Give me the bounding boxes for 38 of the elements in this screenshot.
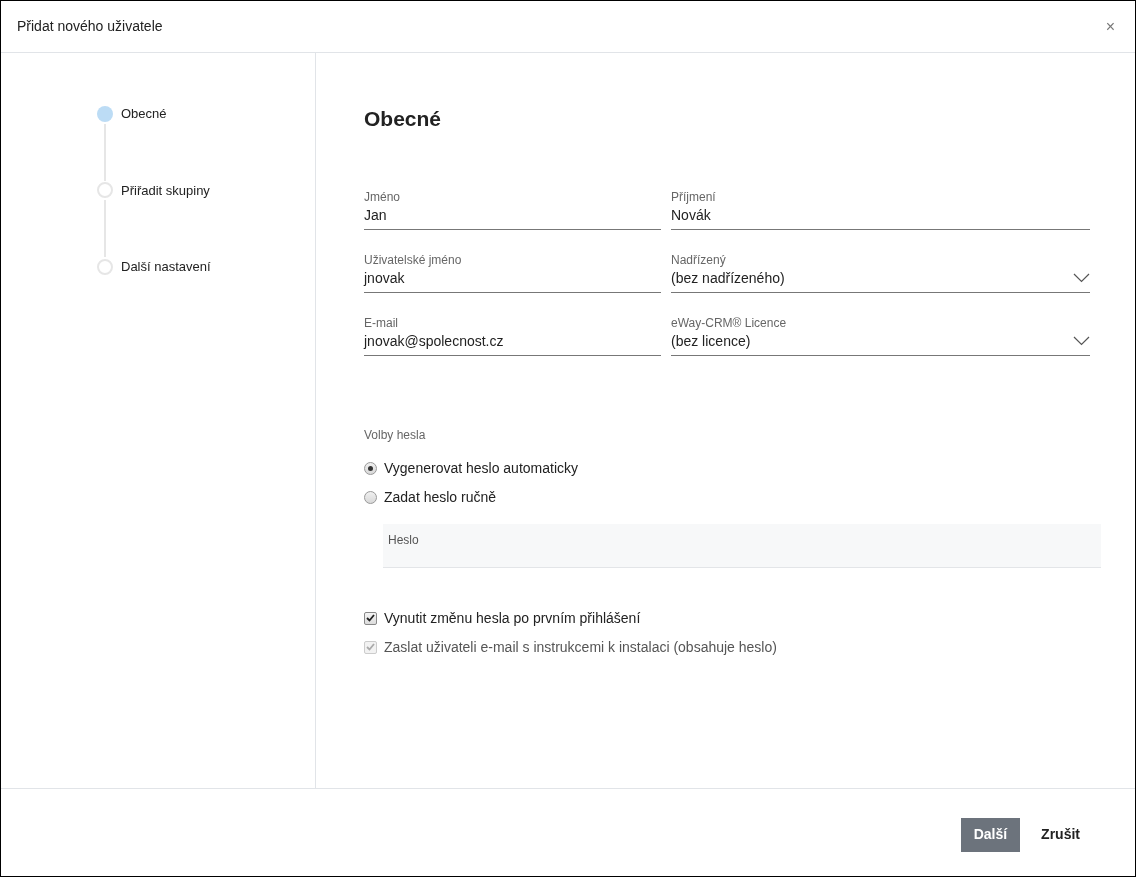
chevron-down-icon [1073, 335, 1090, 346]
input-field[interactable]: Jméno Jan [364, 184, 661, 230]
input-field[interactable]: E-mail jnovak@spolecnost.cz [364, 310, 661, 356]
step-label[interactable]: Další nastavení [121, 257, 211, 277]
field-value: (bez nadřízeného) [671, 268, 785, 288]
close-button[interactable]: × [1101, 18, 1119, 35]
field-label: Uživatelské jméno [364, 251, 463, 268]
field-label: eWay-CRM® Licence [671, 314, 788, 331]
cancel-button[interactable]: Zrušit [1026, 817, 1095, 852]
dropdown-field[interactable]: Nadřízený (bez nadřízeného) [671, 247, 1090, 293]
field-label: Příjmení [671, 188, 717, 205]
field-value: jnovak@spolecnost.cz [364, 331, 504, 351]
step-label[interactable]: Přiřadit skupiny [121, 180, 210, 200]
radio-label: Vygenerovat heslo automaticky [384, 458, 579, 478]
chevron-down-icon [1073, 272, 1090, 283]
checkbox[interactable] [364, 611, 377, 625]
radio-button[interactable] [364, 490, 377, 504]
field-value: (bez licence) [671, 331, 751, 351]
field-label: Jméno [364, 188, 402, 205]
field-label: Heslo [388, 532, 419, 547]
radio-button[interactable] [364, 461, 377, 475]
next-button[interactable]: Další [960, 817, 1021, 852]
checkbox-label: Vynutit změnu hesla po prvním přihlášení [384, 608, 641, 628]
input-field[interactable]: Uživatelské jméno jnovak [364, 247, 661, 293]
step-label[interactable]: Obecné [121, 104, 167, 124]
dialog-title: Přidat nového uživatele [17, 17, 163, 36]
field-value: Jan [364, 205, 387, 225]
dropdown-field[interactable]: eWay-CRM® Licence (bez licence) [671, 310, 1090, 356]
field-label: E-mail [364, 314, 399, 331]
input-field[interactable]: Příjmení Novák [671, 184, 1090, 230]
section-heading: Obecné [364, 106, 443, 132]
field-value: jnovak [364, 268, 405, 288]
radio-label: Zadat heslo ručně [384, 487, 497, 507]
checkbox-label: Zaslat uživateli e-mail s instrukcemi k instalaci (obsahuje heslo) [384, 637, 777, 657]
field-value: Novák [671, 205, 711, 225]
field-label: Nadřízený [671, 251, 727, 268]
password-field[interactable]: Heslo [383, 523, 1101, 568]
group-label: Volby hesla [364, 426, 427, 444]
